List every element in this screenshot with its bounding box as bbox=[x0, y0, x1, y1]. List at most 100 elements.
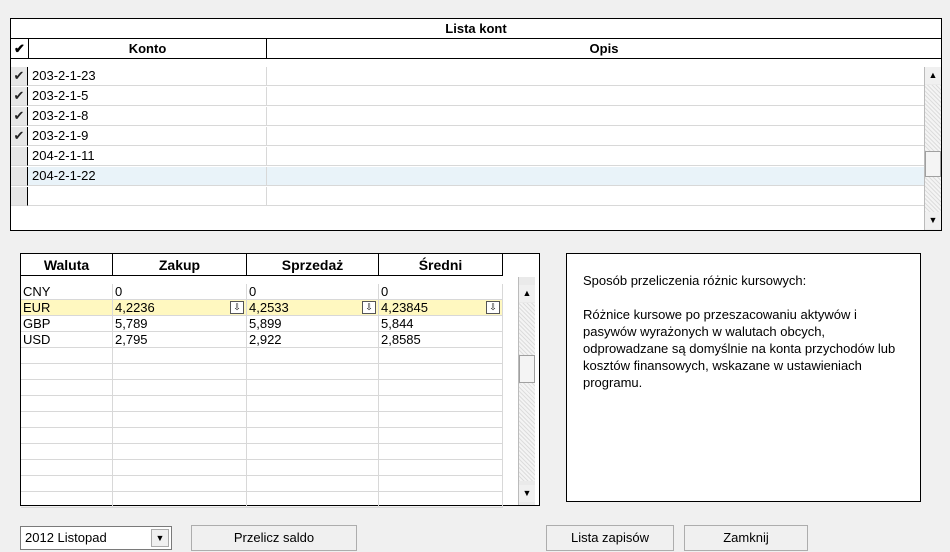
table-row[interactable]: ✔ 203-2-1-5 bbox=[11, 87, 924, 106]
table-row[interactable] bbox=[21, 460, 519, 476]
sredni-cell[interactable]: 4,23845 ⇩ bbox=[379, 300, 503, 316]
table-row[interactable] bbox=[21, 444, 519, 460]
row-checkbox[interactable]: ✔ bbox=[11, 87, 28, 106]
zakup-cell[interactable] bbox=[113, 364, 247, 380]
rates-scrollbar-track-lower[interactable] bbox=[519, 383, 535, 481]
table-row[interactable]: GBP 5,789 5,899 5,844 bbox=[21, 316, 519, 332]
table-row[interactable]: CNY 0 0 0 bbox=[21, 284, 519, 300]
sredni-cell[interactable] bbox=[379, 492, 503, 508]
sprzedaz-column-header[interactable]: Sprzedaż bbox=[247, 254, 379, 276]
sredni-cell[interactable] bbox=[379, 476, 503, 492]
sprzedaz-cell[interactable] bbox=[247, 396, 379, 412]
sredni-column-header[interactable]: Średni bbox=[379, 254, 503, 276]
scroll-down-icon[interactable]: ▼ bbox=[925, 212, 941, 229]
download-icon[interactable]: ⇩ bbox=[362, 301, 376, 314]
rates-scroll-up-icon[interactable]: ▲ bbox=[519, 285, 535, 302]
check-column-header[interactable]: ✔ bbox=[11, 39, 29, 59]
sredni-cell[interactable]: 5,844 bbox=[379, 316, 503, 332]
period-select[interactable]: 2012 Listopad ▼ bbox=[20, 526, 172, 550]
zakup-cell[interactable] bbox=[113, 444, 247, 460]
zakup-cell[interactable] bbox=[113, 476, 247, 492]
sredni-cell[interactable] bbox=[379, 412, 503, 428]
zakup-cell[interactable]: 5,789 bbox=[113, 316, 247, 332]
table-row[interactable] bbox=[21, 492, 519, 508]
rates-scrollbar-thumb[interactable] bbox=[519, 355, 535, 383]
konto-cell: 204-2-1-22 bbox=[29, 167, 267, 186]
table-row[interactable] bbox=[21, 476, 519, 492]
table-row[interactable]: USD 2,795 2,922 2,8585 bbox=[21, 332, 519, 348]
row-checkbox[interactable]: ✔ bbox=[11, 107, 28, 126]
zakup-cell[interactable] bbox=[113, 396, 247, 412]
sredni-cell[interactable]: 0 bbox=[379, 284, 503, 300]
sredni-cell[interactable] bbox=[379, 380, 503, 396]
download-icon[interactable]: ⇩ bbox=[486, 301, 500, 314]
row-checkbox[interactable]: ✔ bbox=[11, 67, 28, 86]
zakup-cell[interactable] bbox=[113, 460, 247, 476]
sprzedaz-cell[interactable] bbox=[247, 444, 379, 460]
waluta-column-header[interactable]: Waluta bbox=[21, 254, 113, 276]
table-row[interactable] bbox=[21, 428, 519, 444]
rates-scrollbar-track[interactable] bbox=[519, 303, 535, 355]
table-row[interactable]: EUR 4,2236 ⇩ 4,2533 ⇩ 4,23845 ⇩ bbox=[21, 300, 519, 316]
rates-scrollbar[interactable]: ▲ ▼ bbox=[518, 277, 535, 505]
sprzedaz-cell[interactable] bbox=[247, 380, 379, 396]
table-row[interactable] bbox=[11, 187, 924, 206]
zakup-cell[interactable]: 4,2236 ⇩ bbox=[113, 300, 247, 316]
table-row[interactable] bbox=[21, 412, 519, 428]
zakup-cell[interactable] bbox=[113, 492, 247, 508]
entries-list-button[interactable]: Lista zapisów bbox=[546, 525, 674, 551]
accounts-scrollbar[interactable]: ▲ ▼ bbox=[924, 67, 941, 230]
table-row[interactable] bbox=[21, 380, 519, 396]
sprzedaz-cell[interactable]: 4,2533 ⇩ bbox=[247, 300, 379, 316]
sredni-cell[interactable] bbox=[379, 444, 503, 460]
sredni-cell[interactable] bbox=[379, 348, 503, 364]
table-row[interactable]: 204-2-1-11 bbox=[11, 147, 924, 166]
sredni-cell[interactable] bbox=[379, 364, 503, 380]
table-row[interactable]: ✔ 203-2-1-8 bbox=[11, 107, 924, 126]
konto-column-header[interactable]: Konto bbox=[29, 39, 267, 59]
row-checkbox[interactable] bbox=[11, 187, 28, 206]
scrollbar-track[interactable] bbox=[925, 85, 941, 151]
table-row[interactable] bbox=[21, 364, 519, 380]
zakup-cell[interactable] bbox=[113, 348, 247, 364]
table-row[interactable] bbox=[21, 396, 519, 412]
zakup-cell[interactable] bbox=[113, 412, 247, 428]
sprzedaz-cell[interactable] bbox=[247, 460, 379, 476]
row-checkbox[interactable] bbox=[11, 147, 28, 166]
zakup-cell[interactable]: 0 bbox=[113, 284, 247, 300]
zakup-cell[interactable] bbox=[113, 380, 247, 396]
sprzedaz-cell[interactable] bbox=[247, 476, 379, 492]
scrollbar-thumb[interactable] bbox=[925, 151, 941, 177]
chevron-down-icon[interactable]: ▼ bbox=[151, 529, 169, 547]
scroll-up-icon[interactable]: ▲ bbox=[925, 67, 941, 84]
zakup-cell[interactable] bbox=[113, 428, 247, 444]
sprzedaz-cell[interactable]: 2,922 bbox=[247, 332, 379, 348]
zakup-cell[interactable]: 2,795 bbox=[113, 332, 247, 348]
sprzedaz-cell[interactable] bbox=[247, 492, 379, 508]
zakup-column-header[interactable]: Zakup bbox=[113, 254, 247, 276]
sprzedaz-cell[interactable] bbox=[247, 348, 379, 364]
opis-column-header[interactable]: Opis bbox=[267, 39, 941, 59]
download-icon[interactable]: ⇩ bbox=[230, 301, 244, 314]
sprzedaz-cell[interactable]: 5,899 bbox=[247, 316, 379, 332]
recalc-balance-button[interactable]: Przelicz saldo bbox=[191, 525, 357, 551]
row-checkbox[interactable]: ✔ bbox=[11, 127, 28, 146]
table-row[interactable] bbox=[21, 348, 519, 364]
table-row[interactable]: 204-2-1-22 bbox=[11, 167, 924, 186]
scrollbar-track-lower[interactable] bbox=[925, 177, 941, 212]
sredni-cell[interactable]: 2,8585 bbox=[379, 332, 503, 348]
sredni-cell[interactable] bbox=[379, 396, 503, 412]
table-row[interactable]: ✔ 203-2-1-9 bbox=[11, 127, 924, 146]
close-button[interactable]: Zamknij bbox=[684, 525, 808, 551]
sprzedaz-cell[interactable] bbox=[247, 412, 379, 428]
table-row[interactable]: ✔ 203-2-1-23 bbox=[11, 67, 924, 86]
rates-scroll-down-icon[interactable]: ▼ bbox=[519, 485, 535, 502]
waluta-cell bbox=[21, 364, 113, 380]
sprzedaz-cell[interactable]: 0 bbox=[247, 284, 379, 300]
sprzedaz-cell[interactable] bbox=[247, 428, 379, 444]
zakup-value: 0 bbox=[115, 284, 123, 299]
sprzedaz-cell[interactable] bbox=[247, 364, 379, 380]
sredni-cell[interactable] bbox=[379, 428, 503, 444]
row-checkbox[interactable] bbox=[11, 167, 28, 186]
sredni-cell[interactable] bbox=[379, 460, 503, 476]
